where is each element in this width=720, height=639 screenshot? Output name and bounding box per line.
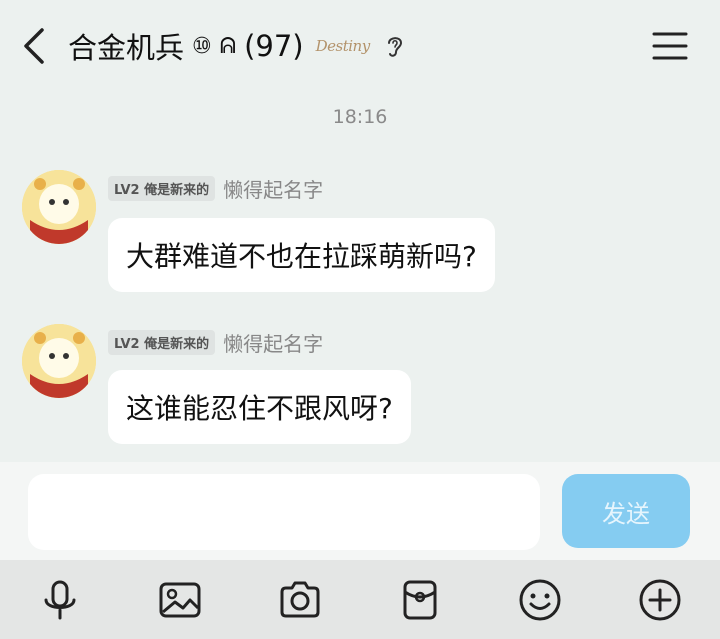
red-packet-icon bbox=[403, 580, 437, 620]
sender-nickname[interactable]: 懒得起名字 bbox=[223, 174, 323, 203]
level-badge: LV2 俺是新来的 bbox=[108, 176, 216, 201]
input-toolbar bbox=[0, 560, 720, 639]
chevron-left-icon[interactable] bbox=[20, 26, 50, 66]
input-bar: 发送 bbox=[0, 462, 720, 560]
avatar-image bbox=[22, 324, 96, 398]
image-button[interactable] bbox=[150, 570, 210, 630]
sender-nickname[interactable]: 懒得起名字 bbox=[223, 328, 323, 357]
group-badge: ⑩ bbox=[192, 33, 212, 59]
emoji-icon bbox=[519, 579, 561, 621]
red-packet-button[interactable] bbox=[390, 570, 450, 630]
member-count: (97) bbox=[244, 29, 304, 63]
message-bubble[interactable]: 大群难道不也在拉踩萌新吗? bbox=[108, 218, 495, 292]
message-bubble[interactable]: 这谁能忍住不跟风呀? bbox=[108, 370, 411, 444]
avatar[interactable] bbox=[22, 324, 96, 398]
ear-icon bbox=[387, 37, 402, 57]
camera-button[interactable] bbox=[270, 570, 330, 630]
signal-glyph: ᕱ bbox=[219, 33, 237, 59]
chat-title[interactable]: 合金机兵 ⑩ ᕱ (97) Destiny bbox=[68, 26, 406, 66]
send-button[interactable]: 发送 bbox=[562, 474, 690, 548]
avatar-image bbox=[22, 170, 96, 244]
voice-button[interactable] bbox=[30, 570, 90, 630]
avatar[interactable] bbox=[22, 170, 96, 244]
plus-icon bbox=[639, 579, 681, 621]
message-input[interactable] bbox=[28, 474, 540, 550]
camera-icon bbox=[280, 581, 320, 618]
more-button[interactable] bbox=[630, 570, 690, 630]
hamburger-menu-icon[interactable] bbox=[652, 30, 688, 62]
group-name: 合金机兵 bbox=[68, 31, 185, 65]
level-badge: LV2 俺是新来的 bbox=[108, 330, 216, 355]
image-icon bbox=[159, 582, 201, 618]
message-meta: LV2 俺是新来的 懒得起名字 bbox=[108, 174, 323, 203]
destiny-logo: Destiny bbox=[315, 37, 371, 55]
chat-header: 合金机兵 ⑩ ᕱ (97) Destiny bbox=[0, 0, 720, 92]
message-timestamp: 18:16 bbox=[332, 106, 388, 128]
emoji-button[interactable] bbox=[510, 570, 570, 630]
microphone-icon bbox=[44, 580, 76, 620]
message-meta: LV2 俺是新来的 懒得起名字 bbox=[108, 328, 323, 357]
